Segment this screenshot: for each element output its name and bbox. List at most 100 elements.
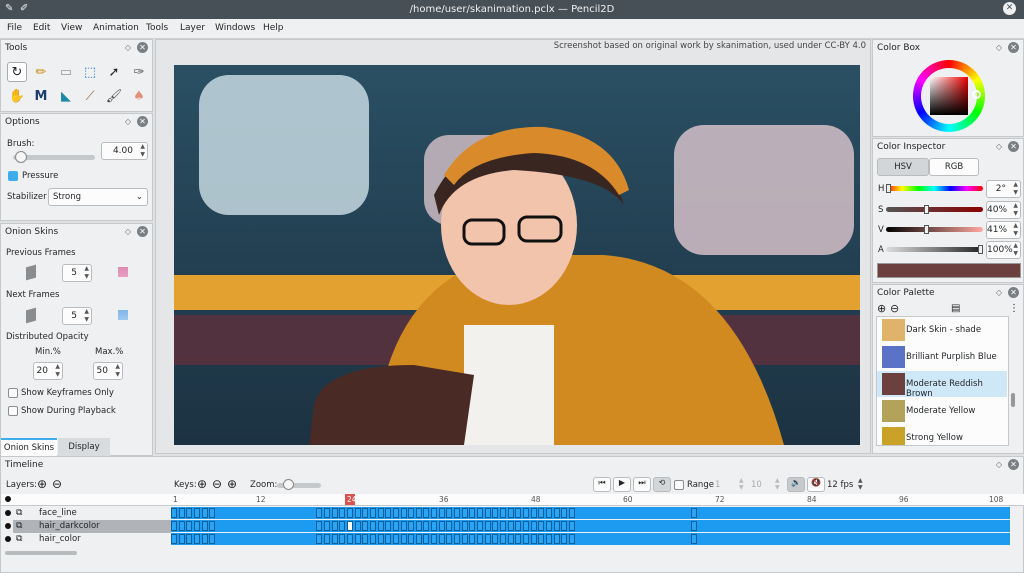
keyframe-cell[interactable]: [339, 534, 346, 544]
keyframe-cell[interactable]: [553, 508, 560, 518]
keyframe-cell[interactable]: [369, 508, 376, 518]
remove-color-icon[interactable]: ⊖: [890, 302, 899, 315]
layer-name[interactable]: ⧉ hair_color: [13, 533, 171, 546]
float-icon[interactable]: ◇: [996, 142, 1002, 151]
keyframe-cell[interactable]: [346, 508, 353, 518]
timeline-horizontal-scrollbar[interactable]: [5, 551, 77, 555]
keyframe-cell[interactable]: [400, 508, 407, 518]
pen-tool-icon[interactable]: M: [31, 86, 51, 106]
float-icon[interactable]: ◇: [125, 227, 131, 236]
keyframe-cell[interactable]: [408, 508, 415, 518]
float-icon[interactable]: ◇: [125, 43, 131, 52]
palette-scrollbar[interactable]: [1011, 393, 1015, 407]
keyframe-cell[interactable]: [415, 534, 422, 544]
fps-value[interactable]: 12 fps: [827, 480, 853, 490]
keyframe-cell[interactable]: [316, 534, 323, 544]
keyframe-cell[interactable]: [171, 521, 177, 531]
keyframe-cell[interactable]: [477, 521, 483, 531]
keyframe-cell[interactable]: [484, 534, 491, 544]
keyframe-cell[interactable]: [538, 521, 545, 531]
keyframe-cell[interactable]: [354, 521, 361, 531]
clear-tool-icon[interactable]: ↻: [7, 62, 27, 82]
keyframe-cell[interactable]: [522, 508, 529, 518]
close-icon[interactable]: ✕: [1008, 141, 1019, 152]
close-icon[interactable]: ✕: [137, 226, 148, 237]
next-color-swatch[interactable]: [118, 310, 128, 320]
keyframe-cell[interactable]: [377, 521, 384, 531]
keyframe-cell[interactable]: [515, 534, 522, 544]
keyframe-cell[interactable]: [538, 534, 545, 544]
keyframe-cell[interactable]: [331, 534, 338, 544]
stabilizer-dropdown[interactable]: Strong ⌄: [48, 188, 148, 206]
keyframe-cell[interactable]: [438, 521, 445, 531]
palette-item-1[interactable]: Brilliant Purplish Blue: [877, 344, 1007, 370]
menu-edit[interactable]: Edit: [33, 23, 50, 33]
hand-tool-icon[interactable]: ✋: [7, 86, 27, 106]
close-icon[interactable]: ✕: [1008, 459, 1019, 470]
add-color-icon[interactable]: ⊕: [877, 302, 886, 315]
keyframe-cell[interactable]: [507, 508, 514, 518]
visibility-icon[interactable]: [5, 523, 11, 529]
keyframe-cell[interactable]: [561, 534, 568, 544]
keyframe-cell[interactable]: [316, 508, 323, 518]
tab-onion-skins[interactable]: Onion Skins: [1, 438, 57, 456]
keyframe-cell[interactable]: [522, 521, 529, 531]
keyframe-cell[interactable]: [438, 534, 445, 544]
keyframe-cell[interactable]: [477, 534, 483, 544]
keyframe-cell[interactable]: [454, 534, 461, 544]
keyframe-cell[interactable]: [331, 521, 338, 531]
move-tool-icon[interactable]: ➚: [104, 62, 124, 82]
keyframe-cell[interactable]: [324, 521, 330, 531]
keyframe-cell[interactable]: [392, 534, 399, 544]
keyframe-cell[interactable]: [507, 521, 514, 531]
palette-item-3[interactable]: Moderate Yellow: [877, 398, 1007, 424]
palette-menu-icon[interactable]: ⋮: [1009, 303, 1019, 314]
keyframe-cell[interactable]: [492, 508, 499, 518]
keyframe-cell[interactable]: [454, 521, 461, 531]
palette-item-2[interactable]: Moderate Reddish Brown: [877, 371, 1007, 399]
keyframe-cell[interactable]: [346, 534, 353, 544]
menu-windows[interactable]: Windows: [215, 23, 255, 33]
keyframe-cell[interactable]: [691, 534, 698, 544]
keyframe-cell[interactable]: [691, 521, 698, 531]
bucket-tool-icon[interactable]: ◣: [56, 86, 76, 106]
keyframe-cell[interactable]: [193, 521, 200, 531]
keyframe-cell[interactable]: [377, 534, 384, 544]
keyframe-cell[interactable]: [461, 521, 468, 531]
keyframe-cell[interactable]: [346, 521, 353, 531]
keyframe-cell[interactable]: [499, 521, 506, 531]
keyframe-cell[interactable]: [461, 534, 468, 544]
select-tool-icon[interactable]: ⬚: [80, 62, 100, 82]
keyframe-cell[interactable]: [171, 534, 177, 544]
layer-row-face-line[interactable]: ⧉ face_line: [1, 507, 1024, 520]
keyframe-cell[interactable]: [568, 521, 575, 531]
keyframe-cell[interactable]: [385, 508, 392, 518]
tab-hsv[interactable]: HSV: [877, 158, 929, 176]
keyframe-cell[interactable]: [561, 508, 568, 518]
jump-start-icon[interactable]: ⏮: [593, 477, 611, 492]
layer-track[interactable]: [171, 520, 1010, 532]
loop-icon[interactable]: ⟲: [653, 477, 671, 492]
sound-icon[interactable]: 🔈: [787, 477, 805, 492]
polyline-tool-icon[interactable]: ⟋: [80, 86, 100, 106]
keyframe-cell[interactable]: [385, 534, 392, 544]
add-key-icon[interactable]: ⊕: [197, 477, 207, 491]
keyframe-cell[interactable]: [530, 534, 537, 544]
menu-layer[interactable]: Layer: [180, 23, 205, 33]
keyframe-cell[interactable]: [545, 508, 552, 518]
keyframe-cell[interactable]: [446, 508, 453, 518]
keyframe-cell[interactable]: [392, 508, 399, 518]
keyframe-cell[interactable]: [469, 508, 476, 518]
keyframe-cell[interactable]: [431, 521, 438, 531]
keyframe-cell[interactable]: [324, 534, 330, 544]
keyframe-cell[interactable]: [691, 508, 698, 518]
keyframe-cell[interactable]: [354, 534, 361, 544]
layer-name-selected[interactable]: ⧉ hair_darkcolor: [13, 520, 171, 533]
keyframe-cell[interactable]: [201, 534, 208, 544]
keyframe-cell[interactable]: [362, 508, 369, 518]
palette-item-4[interactable]: Strong Yellow: [877, 425, 1007, 445]
during-playback-checkbox[interactable]: [8, 406, 18, 416]
keyframe-cell[interactable]: [545, 521, 552, 531]
keyframe-cell[interactable]: [178, 534, 185, 544]
mute-icon[interactable]: 🔇: [807, 477, 825, 492]
